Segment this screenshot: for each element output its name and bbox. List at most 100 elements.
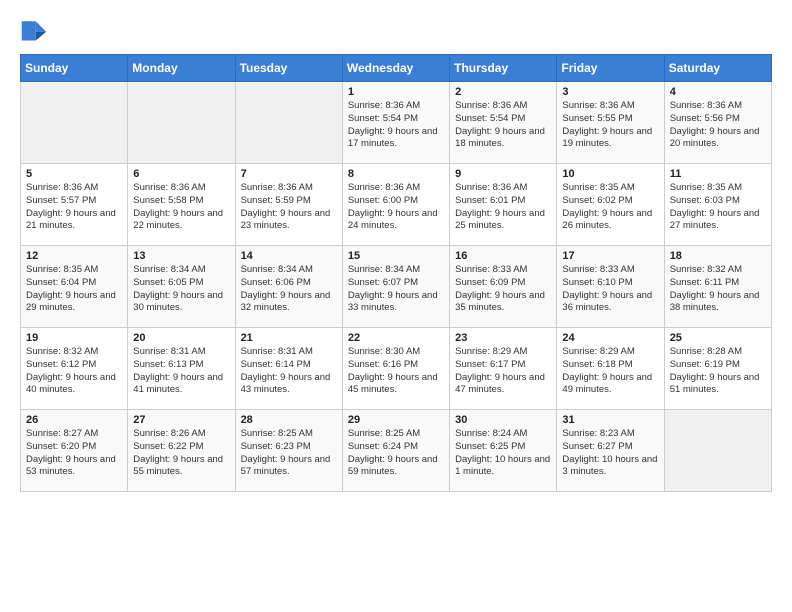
day-number: 28 bbox=[241, 414, 337, 426]
calendar-cell: 30 Sunrise: 8:24 AMSunset: 6:25 PMDayligh… bbox=[450, 410, 557, 492]
day-info: Sunrise: 8:32 AMSunset: 6:11 PMDaylight:… bbox=[670, 264, 766, 315]
day-info: Sunrise: 8:25 AMSunset: 6:24 PMDaylight:… bbox=[348, 428, 444, 479]
day-number: 30 bbox=[455, 414, 551, 426]
logo bbox=[20, 16, 52, 44]
weekday-header-sunday: Sunday bbox=[21, 55, 128, 82]
calendar-cell: 10 Sunrise: 8:35 AMSunset: 6:02 PMDayligh… bbox=[557, 164, 664, 246]
weekday-header-friday: Friday bbox=[557, 55, 664, 82]
day-number: 25 bbox=[670, 332, 766, 344]
day-number: 10 bbox=[562, 168, 658, 180]
day-info: Sunrise: 8:31 AMSunset: 6:13 PMDaylight:… bbox=[133, 346, 229, 397]
day-number: 31 bbox=[562, 414, 658, 426]
calendar-cell: 1 Sunrise: 8:36 AMSunset: 5:54 PMDaylight… bbox=[342, 82, 449, 164]
calendar-cell: 20Sunrise: 8:31 AMSunset: 6:13 PMDayligh… bbox=[128, 328, 235, 410]
calendar-cell: 21 Sunrise: 8:31 AMSunset: 6:14 PMDayligh… bbox=[235, 328, 342, 410]
day-number: 8 bbox=[348, 168, 444, 180]
day-info: Sunrise: 8:31 AMSunset: 6:14 PMDaylight:… bbox=[241, 346, 337, 397]
day-info: Sunrise: 8:27 AMSunset: 6:20 PMDaylight:… bbox=[26, 428, 122, 479]
calendar-cell: 25 Sunrise: 8:28 AMSunset: 6:19 PMDayligh… bbox=[664, 328, 771, 410]
calendar-cell: 17Sunrise: 8:33 AMSunset: 6:10 PMDayligh… bbox=[557, 246, 664, 328]
calendar-cell: 19Sunrise: 8:32 AMSunset: 6:12 PMDayligh… bbox=[21, 328, 128, 410]
day-number: 18 bbox=[670, 250, 766, 262]
day-info: Sunrise: 8:36 AMSunset: 5:59 PMDaylight:… bbox=[241, 182, 337, 233]
day-number: 14 bbox=[241, 250, 337, 262]
weekday-header-tuesday: Tuesday bbox=[235, 55, 342, 82]
calendar-cell: 9 Sunrise: 8:36 AMSunset: 6:01 PMDaylight… bbox=[450, 164, 557, 246]
calendar-cell: 5 Sunrise: 8:36 AMSunset: 5:57 PMDaylight… bbox=[21, 164, 128, 246]
logo-icon bbox=[20, 16, 48, 44]
calendar-cell: 16 Sunrise: 8:33 AMSunset: 6:09 PMDayligh… bbox=[450, 246, 557, 328]
day-number: 1 bbox=[348, 86, 444, 98]
calendar-cell: 29 Sunrise: 8:25 AMSunset: 6:24 PMDayligh… bbox=[342, 410, 449, 492]
calendar-cell: 28 Sunrise: 8:25 AMSunset: 6:23 PMDayligh… bbox=[235, 410, 342, 492]
calendar-cell: 3Sunrise: 8:36 AMSunset: 5:55 PMDaylight… bbox=[557, 82, 664, 164]
day-number: 13 bbox=[133, 250, 229, 262]
day-number: 15 bbox=[348, 250, 444, 262]
weekday-header-monday: Monday bbox=[128, 55, 235, 82]
calendar-cell: 24Sunrise: 8:29 AMSunset: 6:18 PMDayligh… bbox=[557, 328, 664, 410]
day-info: Sunrise: 8:36 AMSunset: 6:01 PMDaylight:… bbox=[455, 182, 551, 233]
day-number: 12 bbox=[26, 250, 122, 262]
calendar-cell: 4 Sunrise: 8:36 AMSunset: 5:56 PMDaylight… bbox=[664, 82, 771, 164]
day-info: Sunrise: 8:23 AMSunset: 6:27 PMDaylight:… bbox=[562, 428, 658, 479]
day-number: 23 bbox=[455, 332, 551, 344]
calendar-cell: 8 Sunrise: 8:36 AMSunset: 6:00 PMDaylight… bbox=[342, 164, 449, 246]
day-number: 16 bbox=[455, 250, 551, 262]
calendar-cell: 2Sunrise: 8:36 AMSunset: 5:54 PMDaylight… bbox=[450, 82, 557, 164]
calendar-cell: 14 Sunrise: 8:34 AMSunset: 6:06 PMDayligh… bbox=[235, 246, 342, 328]
day-info: Sunrise: 8:32 AMSunset: 6:12 PMDaylight:… bbox=[26, 346, 122, 397]
day-info: Sunrise: 8:35 AMSunset: 6:02 PMDaylight:… bbox=[562, 182, 658, 233]
day-number: 29 bbox=[348, 414, 444, 426]
day-info: Sunrise: 8:28 AMSunset: 6:19 PMDaylight:… bbox=[670, 346, 766, 397]
calendar-cell bbox=[128, 82, 235, 164]
page-header bbox=[20, 16, 772, 44]
weekday-header-saturday: Saturday bbox=[664, 55, 771, 82]
day-info: Sunrise: 8:34 AMSunset: 6:05 PMDaylight:… bbox=[133, 264, 229, 315]
day-number: 6 bbox=[133, 168, 229, 180]
calendar-week-row: 19Sunrise: 8:32 AMSunset: 6:12 PMDayligh… bbox=[21, 328, 772, 410]
day-info: Sunrise: 8:36 AMSunset: 5:57 PMDaylight:… bbox=[26, 182, 122, 233]
day-info: Sunrise: 8:29 AMSunset: 6:17 PMDaylight:… bbox=[455, 346, 551, 397]
day-number: 4 bbox=[670, 86, 766, 98]
day-info: Sunrise: 8:24 AMSunset: 6:25 PMDaylight:… bbox=[455, 428, 551, 479]
calendar-cell: 23 Sunrise: 8:29 AMSunset: 6:17 PMDayligh… bbox=[450, 328, 557, 410]
day-number: 21 bbox=[241, 332, 337, 344]
calendar-cell bbox=[21, 82, 128, 164]
calendar-week-row: 12 Sunrise: 8:35 AMSunset: 6:04 PMDayligh… bbox=[21, 246, 772, 328]
calendar-table: SundayMondayTuesdayWednesdayThursdayFrid… bbox=[20, 54, 772, 492]
calendar-cell: 27Sunrise: 8:26 AMSunset: 6:22 PMDayligh… bbox=[128, 410, 235, 492]
calendar-cell bbox=[664, 410, 771, 492]
day-info: Sunrise: 8:33 AMSunset: 6:10 PMDaylight:… bbox=[562, 264, 658, 315]
day-number: 9 bbox=[455, 168, 551, 180]
day-info: Sunrise: 8:29 AMSunset: 6:18 PMDaylight:… bbox=[562, 346, 658, 397]
day-info: Sunrise: 8:25 AMSunset: 6:23 PMDaylight:… bbox=[241, 428, 337, 479]
day-info: Sunrise: 8:34 AMSunset: 6:07 PMDaylight:… bbox=[348, 264, 444, 315]
day-number: 7 bbox=[241, 168, 337, 180]
weekday-header-thursday: Thursday bbox=[450, 55, 557, 82]
day-info: Sunrise: 8:34 AMSunset: 6:06 PMDaylight:… bbox=[241, 264, 337, 315]
calendar-cell: 7 Sunrise: 8:36 AMSunset: 5:59 PMDaylight… bbox=[235, 164, 342, 246]
calendar-week-row: 5 Sunrise: 8:36 AMSunset: 5:57 PMDaylight… bbox=[21, 164, 772, 246]
day-info: Sunrise: 8:36 AMSunset: 5:54 PMDaylight:… bbox=[348, 100, 444, 151]
day-number: 26 bbox=[26, 414, 122, 426]
calendar-cell: 18 Sunrise: 8:32 AMSunset: 6:11 PMDayligh… bbox=[664, 246, 771, 328]
day-info: Sunrise: 8:36 AMSunset: 5:55 PMDaylight:… bbox=[562, 100, 658, 151]
day-info: Sunrise: 8:36 AMSunset: 5:56 PMDaylight:… bbox=[670, 100, 766, 151]
calendar-cell: 31 Sunrise: 8:23 AMSunset: 6:27 PMDayligh… bbox=[557, 410, 664, 492]
day-info: Sunrise: 8:33 AMSunset: 6:09 PMDaylight:… bbox=[455, 264, 551, 315]
calendar-cell: 12 Sunrise: 8:35 AMSunset: 6:04 PMDayligh… bbox=[21, 246, 128, 328]
weekday-header-wednesday: Wednesday bbox=[342, 55, 449, 82]
day-number: 27 bbox=[133, 414, 229, 426]
calendar-cell bbox=[235, 82, 342, 164]
calendar-cell: 26 Sunrise: 8:27 AMSunset: 6:20 PMDayligh… bbox=[21, 410, 128, 492]
day-info: Sunrise: 8:36 AMSunset: 5:54 PMDaylight:… bbox=[455, 100, 551, 151]
calendar-week-row: 1 Sunrise: 8:36 AMSunset: 5:54 PMDaylight… bbox=[21, 82, 772, 164]
calendar-cell: 11 Sunrise: 8:35 AMSunset: 6:03 PMDayligh… bbox=[664, 164, 771, 246]
day-number: 5 bbox=[26, 168, 122, 180]
calendar-page: SundayMondayTuesdayWednesdayThursdayFrid… bbox=[0, 0, 792, 508]
day-info: Sunrise: 8:30 AMSunset: 6:16 PMDaylight:… bbox=[348, 346, 444, 397]
day-info: Sunrise: 8:36 AMSunset: 6:00 PMDaylight:… bbox=[348, 182, 444, 233]
day-number: 11 bbox=[670, 168, 766, 180]
day-info: Sunrise: 8:35 AMSunset: 6:04 PMDaylight:… bbox=[26, 264, 122, 315]
day-info: Sunrise: 8:35 AMSunset: 6:03 PMDaylight:… bbox=[670, 182, 766, 233]
